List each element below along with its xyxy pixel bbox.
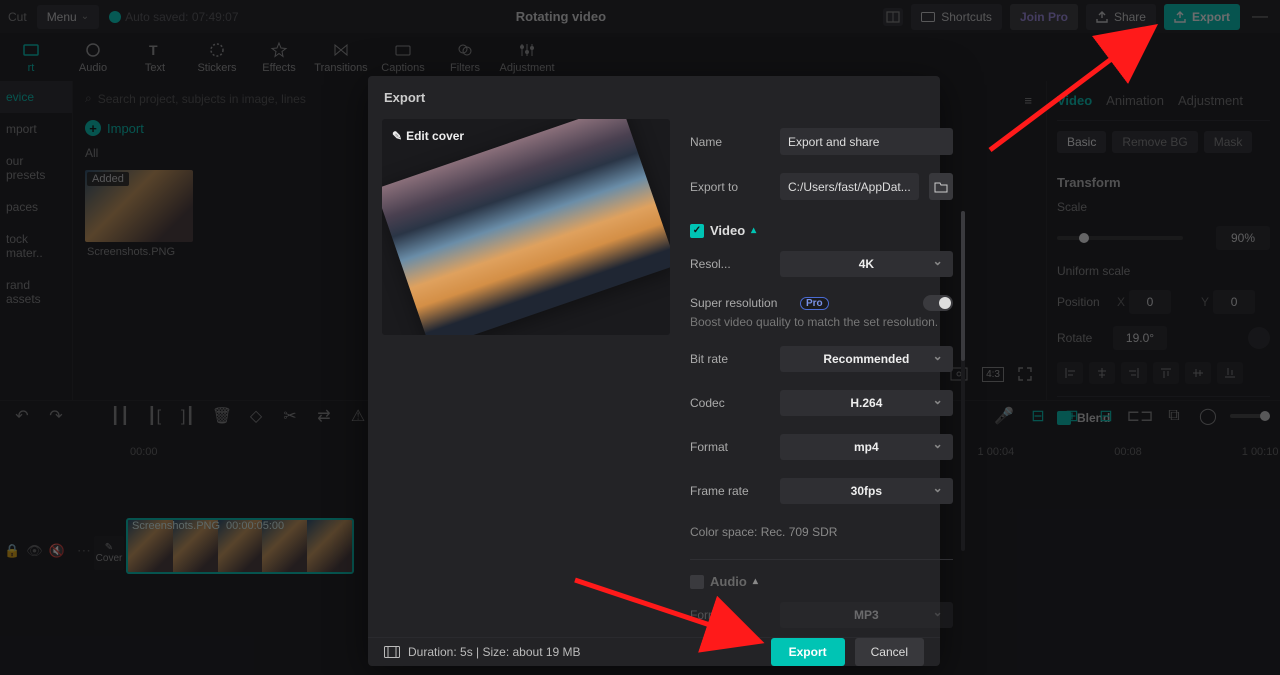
exportto-label: Export to (690, 180, 770, 194)
colorspace-info: Color space: Rec. 709 SDR (690, 513, 953, 560)
video-section-label: Video (710, 223, 745, 238)
framerate-label: Frame rate (690, 484, 770, 498)
export-button[interactable]: Export (771, 638, 845, 666)
audio-checkbox[interactable] (690, 575, 704, 589)
exportto-path: C:/Users/fast/AppDat... (780, 173, 919, 200)
folder-icon[interactable] (929, 173, 953, 200)
codec-select[interactable]: H.264 (780, 390, 953, 416)
modal-title: Export (368, 76, 940, 119)
name-input[interactable] (780, 128, 953, 155)
preview-image (382, 119, 670, 335)
export-modal: Export ✎Edit cover Name Export to C:/User… (368, 76, 940, 666)
pencil-icon: ✎ (392, 129, 402, 143)
superres-toggle[interactable] (923, 295, 953, 311)
codec-label: Codec (690, 396, 770, 410)
pro-badge: Pro (800, 297, 829, 310)
cancel-button[interactable]: Cancel (855, 638, 924, 666)
bitrate-select[interactable]: Recommended (780, 346, 953, 372)
superres-label: Super resolution (690, 296, 790, 310)
bitrate-label: Bit rate (690, 352, 770, 366)
chevron-up-icon-audio[interactable]: ▴ (753, 576, 758, 587)
modal-scrollbar[interactable] (961, 211, 965, 551)
edit-cover-button[interactable]: ✎Edit cover (392, 129, 464, 143)
chevron-up-icon[interactable]: ▴ (751, 225, 756, 236)
format-label: Format (690, 440, 770, 454)
cover-preview: ✎Edit cover (382, 119, 670, 335)
film-icon (384, 646, 400, 658)
video-checkbox[interactable]: ✓ (690, 224, 704, 238)
audio-section-label: Audio (710, 574, 747, 589)
boost-description: Boost video quality to match the set res… (690, 313, 953, 337)
audio-format-select: MP3 (780, 602, 953, 628)
resolution-select[interactable]: 4K (780, 251, 953, 277)
name-label: Name (690, 135, 770, 149)
framerate-select[interactable]: 30fps (780, 478, 953, 504)
footer-info: Duration: 5s | Size: about 19 MB (384, 645, 581, 659)
resolution-label: Resol... (690, 257, 770, 271)
audio-format-label: Format (690, 608, 770, 622)
format-select[interactable]: mp4 (780, 434, 953, 460)
